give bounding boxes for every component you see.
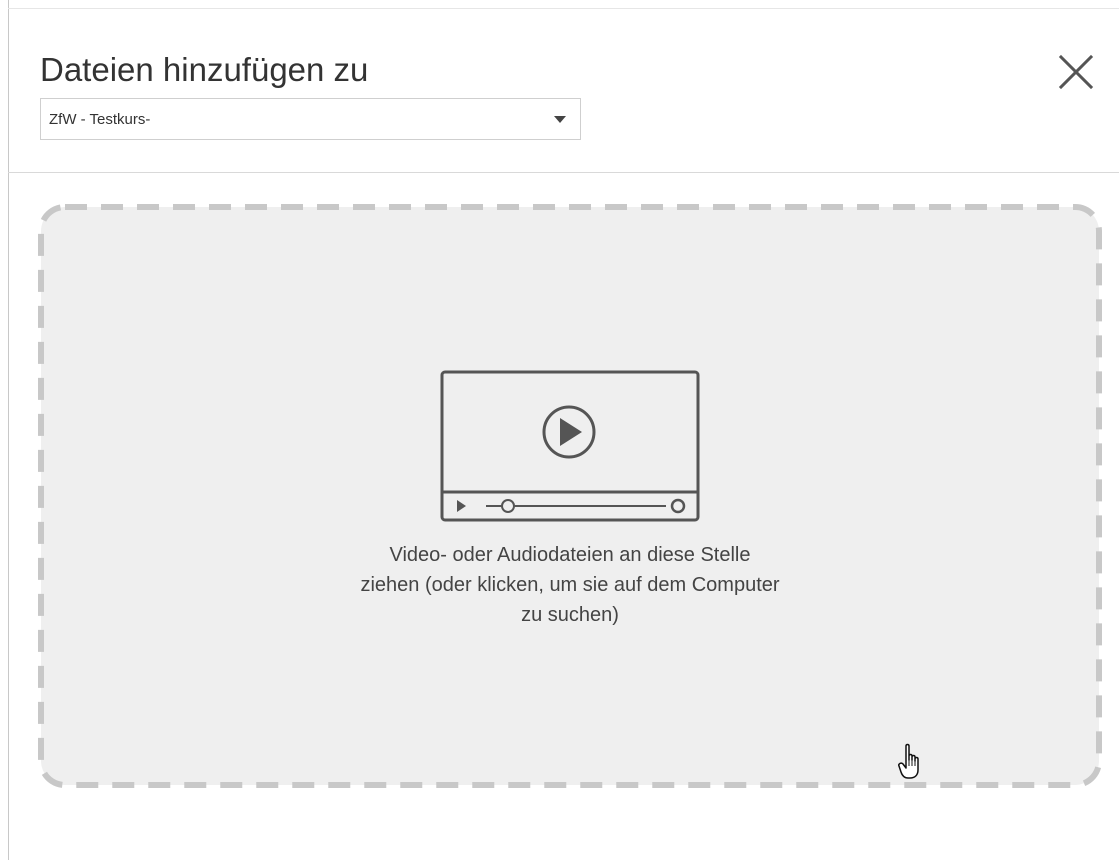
dialog-title: Dateien hinzufügen zu — [40, 51, 369, 88]
dropzone-instructions: Video- oder Audiodateien an diese Stelle… — [270, 540, 870, 630]
header-divider — [8, 172, 1119, 173]
add-files-dialog: Dateien hinzufügen zu ZfW - Testkurs- Vi… — [0, 0, 1119, 860]
destination-select-value: ZfW - Testkurs- — [49, 111, 151, 128]
close-button[interactable] — [1056, 52, 1096, 92]
close-icon — [1058, 54, 1094, 90]
dropzone-text-line: Video- oder Audiodateien an diese Stelle — [389, 544, 751, 566]
destination-select[interactable]: ZfW - Testkurs- — [40, 98, 581, 140]
dialog-header: Dateien hinzufügen zu ZfW - Testkurs- — [0, 0, 1119, 173]
dropzone-text-line: ziehen (oder klicken, um sie auf dem Com… — [360, 574, 780, 596]
dropzone-text-line: zu suchen) — [521, 604, 619, 626]
chevron-down-icon — [554, 116, 566, 123]
file-dropzone[interactable]: Video- oder Audiodateien an diese Stelle… — [38, 204, 1102, 788]
hand-pointer-icon — [898, 743, 919, 779]
video-player-icon — [440, 370, 700, 522]
